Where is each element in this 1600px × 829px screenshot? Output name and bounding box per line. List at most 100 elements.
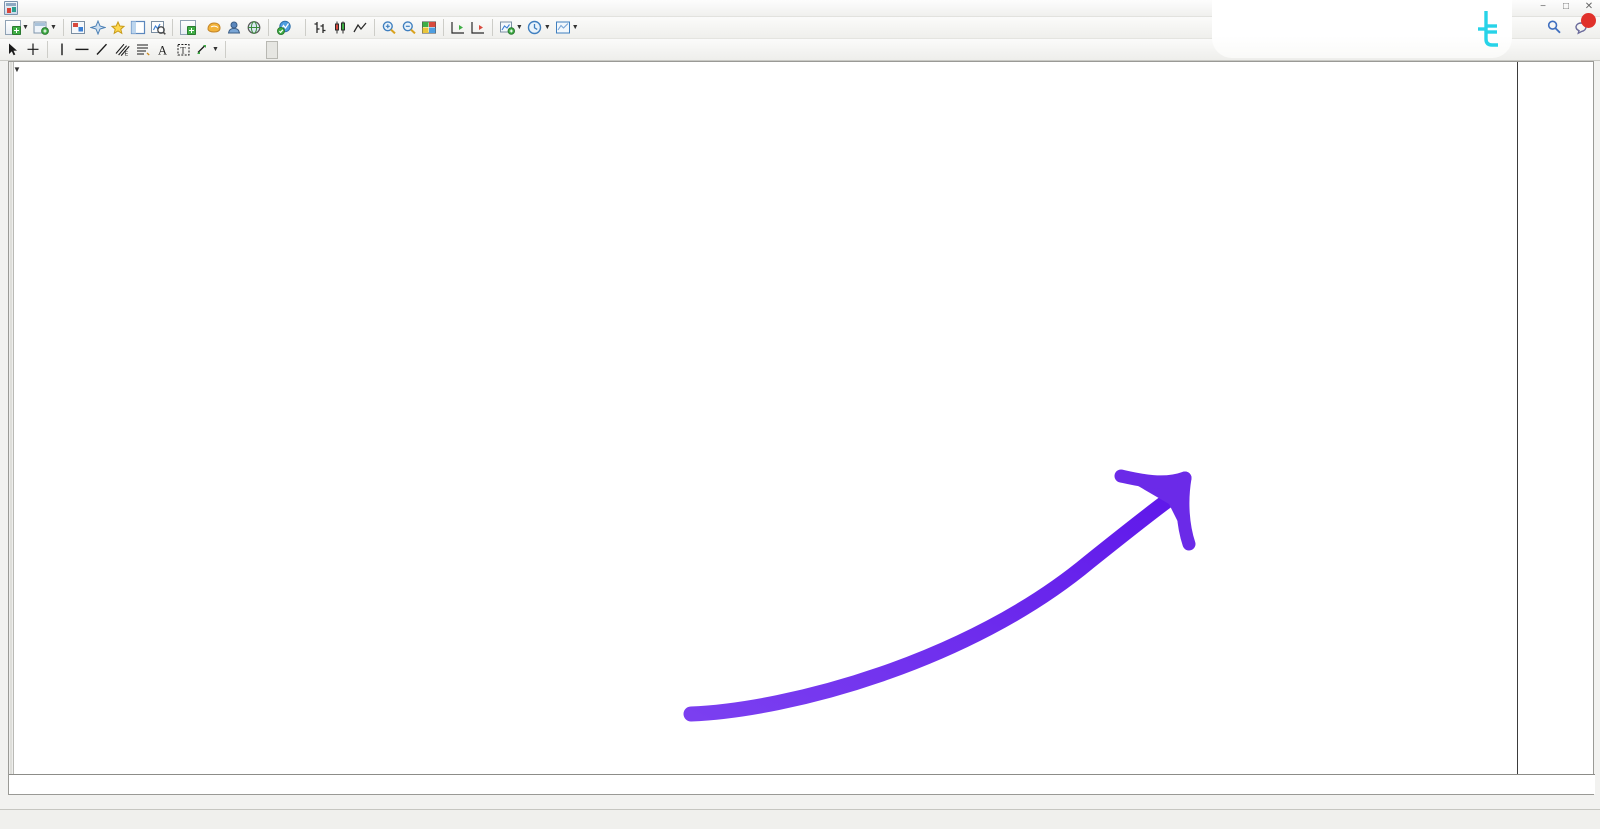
crosshair-tool[interactable]	[23, 40, 43, 60]
arrows-tool[interactable]: ▼	[193, 40, 221, 60]
auto-scroll-button[interactable]	[468, 18, 488, 38]
text-label-tool[interactable]: T	[173, 40, 193, 60]
profiles-button[interactable]: ▼	[31, 18, 59, 38]
chevron-down-icon: ▼	[212, 46, 219, 53]
menu-item-window[interactable]	[103, 7, 119, 9]
timeframe-m1[interactable]	[230, 41, 242, 59]
notification-badge	[1581, 13, 1596, 28]
toolbar-separator	[47, 41, 48, 58]
candlestick-chart-icon	[334, 21, 345, 34]
menu-item-charts[interactable]	[71, 7, 87, 9]
zoom-in-icon	[382, 21, 396, 35]
periods-button[interactable]: ▼	[525, 18, 553, 38]
cursor-tool[interactable]	[3, 40, 23, 60]
new-chart-button[interactable]: ▼	[3, 18, 31, 38]
zoom-out-button[interactable]	[399, 18, 419, 38]
menu-item-file[interactable]	[23, 7, 39, 9]
bar-chart-button[interactable]	[310, 18, 330, 38]
text-tool[interactable]: A	[153, 40, 173, 60]
timeframe-m5[interactable]	[242, 41, 254, 59]
equidistant-channel-tool[interactable]: E	[112, 40, 133, 60]
metaeditor-button[interactable]	[204, 18, 224, 38]
tradingfinder-logo	[1212, 0, 1512, 58]
menu-item-tools[interactable]	[87, 7, 103, 9]
fibonacci-retracement-tool[interactable]	[133, 40, 153, 60]
text-label-icon: T	[177, 44, 189, 56]
vertical-line-icon	[61, 43, 63, 56]
market-watch-button[interactable]	[68, 18, 88, 38]
star-icon	[110, 20, 126, 35]
horizontal-line-icon	[75, 48, 89, 51]
menu-item-view[interactable]	[39, 7, 55, 9]
toolbar-separator	[224, 41, 226, 58]
terminal-button[interactable]	[128, 18, 148, 38]
timeframe-h1[interactable]	[278, 41, 290, 59]
toolbar-separator	[171, 19, 173, 36]
menu-item-insert[interactable]	[55, 7, 71, 9]
market-watch-icon	[70, 21, 85, 34]
timeframe-h4[interactable]	[290, 41, 302, 59]
navigator-button[interactable]	[88, 18, 108, 38]
svg-text:T: T	[180, 46, 186, 56]
notifications-button[interactable]	[1574, 13, 1596, 40]
candlestick-plot	[9, 62, 1519, 776]
templates-icon	[555, 21, 570, 34]
chart-shift-button[interactable]	[448, 18, 468, 38]
expert-advisors-button[interactable]	[224, 18, 244, 38]
metatrader-window: − □ ✕ ▼ ▼ ▼ ▼ ▼ E A T ▼ ▼	[0, 0, 1600, 829]
chevron-down-icon: ▼	[515, 24, 523, 31]
line-chart-button[interactable]	[350, 18, 370, 38]
favorites-button[interactable]	[108, 18, 128, 38]
chart-shift-icon	[451, 22, 464, 34]
chart-plot-area[interactable]	[9, 62, 1519, 776]
new-order-button[interactable]	[177, 18, 204, 38]
timeframe-d1[interactable]	[302, 41, 314, 59]
timeframe-mn[interactable]	[326, 41, 338, 59]
search-button[interactable]	[1547, 20, 1562, 40]
signals-icon	[247, 21, 261, 34]
toolbar-separator	[373, 19, 375, 36]
terminal-icon	[130, 20, 145, 35]
channel-icon: E	[115, 43, 130, 57]
profiles-icon	[33, 21, 49, 35]
search-icon	[1547, 20, 1561, 34]
cursor-icon	[9, 43, 17, 56]
timeframe-m30[interactable]	[265, 40, 278, 59]
autotrading-button[interactable]	[273, 18, 301, 38]
metatrader-icon	[4, 1, 18, 15]
candlestick-chart-button[interactable]	[330, 18, 350, 38]
tile-windows-button[interactable]	[419, 18, 439, 38]
window-controls: − □ ✕	[1536, 1, 1596, 12]
price-axis[interactable]	[1517, 62, 1593, 776]
trendline-tool[interactable]	[92, 40, 112, 60]
timeframe-w1[interactable]	[314, 41, 326, 59]
timeframe-m15[interactable]	[254, 41, 266, 59]
chart-header: ▼	[9, 62, 27, 76]
chevron-down-icon: ▼	[49, 24, 57, 31]
strategy-tester-button[interactable]	[148, 18, 168, 38]
arrows-icon	[197, 45, 206, 54]
metaeditor-icon	[207, 22, 221, 33]
chart-collapse-icon[interactable]: ▼	[13, 65, 21, 74]
templates-button[interactable]: ▼	[553, 18, 581, 38]
indicators-button[interactable]: ▼	[497, 18, 525, 38]
zoom-in-button[interactable]	[379, 18, 399, 38]
maximize-button[interactable]: □	[1559, 1, 1573, 12]
time-axis[interactable]	[9, 774, 1595, 794]
horizontal-line-tool[interactable]	[72, 40, 92, 60]
toolbar-separator	[491, 19, 493, 36]
chart-window[interactable]: ▼	[8, 61, 1595, 795]
vertical-line-tool[interactable]	[52, 40, 72, 60]
new-chart-icon	[5, 20, 21, 35]
zoom-out-icon	[402, 21, 416, 35]
toolbar-separator	[267, 19, 269, 36]
minimize-button[interactable]: −	[1536, 1, 1550, 12]
bar-chart-icon	[314, 22, 326, 33]
signals-button[interactable]	[244, 18, 264, 38]
svg-text:A: A	[158, 44, 167, 58]
new-order-icon	[179, 20, 196, 35]
menu-item-help[interactable]	[119, 7, 135, 9]
close-button[interactable]: ✕	[1582, 1, 1596, 12]
svg-text:E: E	[125, 52, 129, 57]
expert-advisors-icon	[227, 21, 240, 34]
